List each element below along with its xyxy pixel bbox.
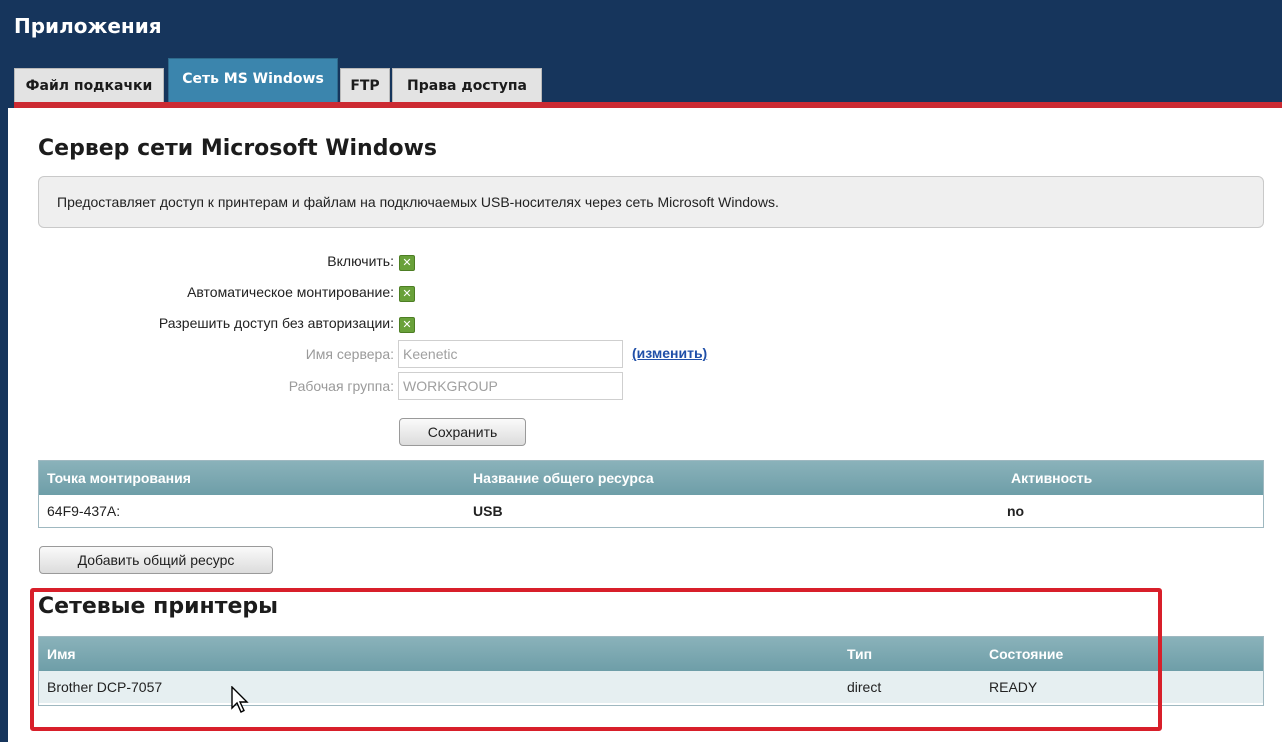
mouse-cursor-icon (231, 686, 249, 713)
column-activity: Активность (1011, 470, 1093, 486)
workgroup-label: Рабочая группа: (288, 378, 394, 394)
workgroup-field[interactable]: WORKGROUP (398, 372, 623, 400)
save-button[interactable]: Сохранить (399, 418, 526, 446)
automount-label: Автоматическое монтирование: (187, 284, 394, 300)
printers-table-header: Имя Тип Состояние (39, 637, 1263, 671)
add-share-button[interactable]: Добавить общий ресурс (39, 546, 273, 574)
shares-table-header: Точка монтирования Название общего ресур… (39, 461, 1263, 495)
app-title: Приложения (14, 14, 162, 38)
column-mount-point: Точка монтирования (47, 470, 191, 486)
enable-checkbox[interactable]: ✕ (399, 255, 415, 271)
tab-ms-windows-network[interactable]: Сеть MS Windows (168, 58, 338, 102)
printer-type-cell: direct (847, 679, 882, 695)
printers-table: Имя Тип Состояние Brother DCP-7057 direc… (38, 636, 1264, 706)
column-share-name: Название общего ресурса (473, 470, 654, 486)
activity-cell: no (1007, 503, 1025, 519)
page-title: Сервер сети Microsoft Windows (38, 136, 437, 161)
table-row[interactable]: Brother DCP-7057 direct READY (39, 671, 1263, 703)
frame-border (0, 108, 8, 742)
tab-swap-file[interactable]: Файл подкачки (14, 68, 164, 102)
server-name-label: Имя сервера: (305, 346, 394, 362)
enable-label: Включить: (327, 253, 394, 269)
tab-access-rights[interactable]: Права доступа (392, 68, 542, 102)
mount-point-cell: 64F9-437A: (47, 503, 121, 519)
table-row[interactable]: 64F9-437A: USB no (39, 495, 1263, 527)
change-server-name-link[interactable]: (изменить) (632, 345, 707, 361)
automount-checkbox[interactable]: ✕ (399, 286, 415, 302)
printers-title: Сетевые принтеры (38, 594, 279, 619)
printer-state-cell: READY (989, 679, 1038, 695)
printer-name-cell: Brother DCP-7057 (47, 679, 163, 695)
anonymous-access-checkbox[interactable]: ✕ (399, 317, 415, 333)
server-name-field[interactable]: Keenetic (398, 340, 623, 368)
shares-table: Точка монтирования Название общего ресур… (38, 460, 1264, 528)
tab-ftp[interactable]: FTP (340, 68, 390, 102)
column-type: Тип (847, 646, 873, 662)
column-state: Состояние (989, 646, 1064, 662)
share-name-cell: USB (473, 503, 503, 519)
description-box: Предоставляет доступ к принтерам и файла… (38, 176, 1264, 228)
anonymous-access-label: Разрешить доступ без авторизации: (158, 315, 394, 331)
column-name: Имя (47, 646, 76, 662)
app-header: Приложения Файл подкачки Сеть MS Windows… (0, 0, 1282, 108)
